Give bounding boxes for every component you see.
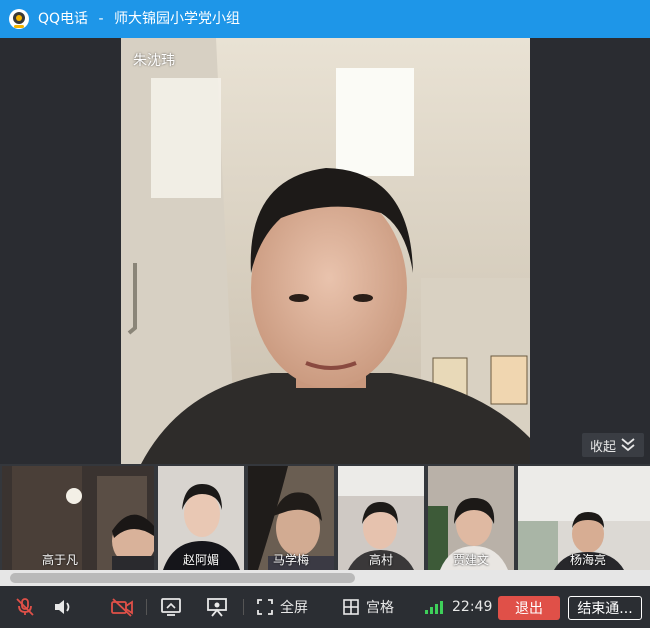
double-chevron-down-icon <box>621 438 635 452</box>
participant-scrollbar[interactable] <box>0 570 650 586</box>
quit-button[interactable]: 退出 <box>498 596 560 620</box>
fullscreen-icon <box>257 599 273 615</box>
title-separator: - <box>98 11 104 27</box>
participant-name: 高于凡 <box>42 553 79 567</box>
participant-name: 马学梅 <box>272 553 309 567</box>
participant-thumbnail[interactable]: 贾建文 <box>428 466 514 570</box>
call-toolbar: 全屏 宫格 22:49 退出 结束通... <box>0 586 650 628</box>
presentation-button[interactable] <box>206 586 228 628</box>
mic-muted-icon <box>16 598 34 616</box>
participant-name: 高村 <box>368 553 393 567</box>
scrollbar-thumb[interactable] <box>10 573 355 583</box>
fullscreen-label: 全屏 <box>280 600 308 616</box>
participant-thumbnail[interactable]: 高于凡 <box>2 466 154 570</box>
participant-thumbnail[interactable]: 赵阿媚 <box>158 466 244 570</box>
grid-view-button[interactable]: 宫格 <box>342 586 394 628</box>
camera-button[interactable] <box>110 586 134 628</box>
title-bar: QQ电话 - 师大锦园小学党小组 <box>0 0 650 38</box>
grid-label: 宫格 <box>366 600 394 616</box>
app-name: QQ电话 <box>38 11 89 27</box>
participant-thumbnail[interactable]: 杨海亮 <box>518 466 650 570</box>
grid-icon <box>343 599 359 615</box>
participant-strip: 高于凡 赵阿媚 马学梅 高村 贾建文 杨海亮 <box>0 464 650 572</box>
screen-share-icon <box>161 598 181 616</box>
participant-thumbnail[interactable]: 高村 <box>338 466 424 570</box>
participant-name: 杨海亮 <box>570 553 607 567</box>
participant-name: 贾建文 <box>452 553 489 567</box>
camera-off-icon <box>111 598 133 617</box>
toolbar-divider <box>146 599 147 615</box>
signal-bars-icon <box>425 601 443 614</box>
call-duration: 22:49 <box>452 599 493 615</box>
speaker-name: 朱沈玮 <box>133 53 175 69</box>
signal-indicator <box>424 586 448 628</box>
participant-thumbnail[interactable]: 马学梅 <box>248 466 334 570</box>
participant-name: 赵阿媚 <box>182 553 219 567</box>
fullscreen-button[interactable]: 全屏 <box>256 586 308 628</box>
collapse-button[interactable]: 收起 <box>582 433 644 457</box>
qq-call-logo-icon <box>9 9 29 29</box>
speaker-icon <box>55 600 70 614</box>
screen-share-button[interactable] <box>160 586 182 628</box>
mic-button[interactable] <box>14 586 36 628</box>
main-video-area: 朱沈玮 收起 <box>0 38 650 464</box>
speaker-video[interactable]: 朱沈玮 <box>121 38 530 464</box>
end-call-button[interactable]: 结束通... <box>568 596 642 620</box>
presentation-icon <box>207 598 227 617</box>
window-title: QQ电话 - 师大锦园小学党小组 <box>38 0 240 38</box>
group-name: 师大锦园小学党小组 <box>114 11 241 27</box>
collapse-label: 收起 <box>589 439 616 455</box>
speaker-video-frame <box>121 38 530 464</box>
toolbar-divider <box>243 599 244 615</box>
speaker-button[interactable] <box>52 586 74 628</box>
